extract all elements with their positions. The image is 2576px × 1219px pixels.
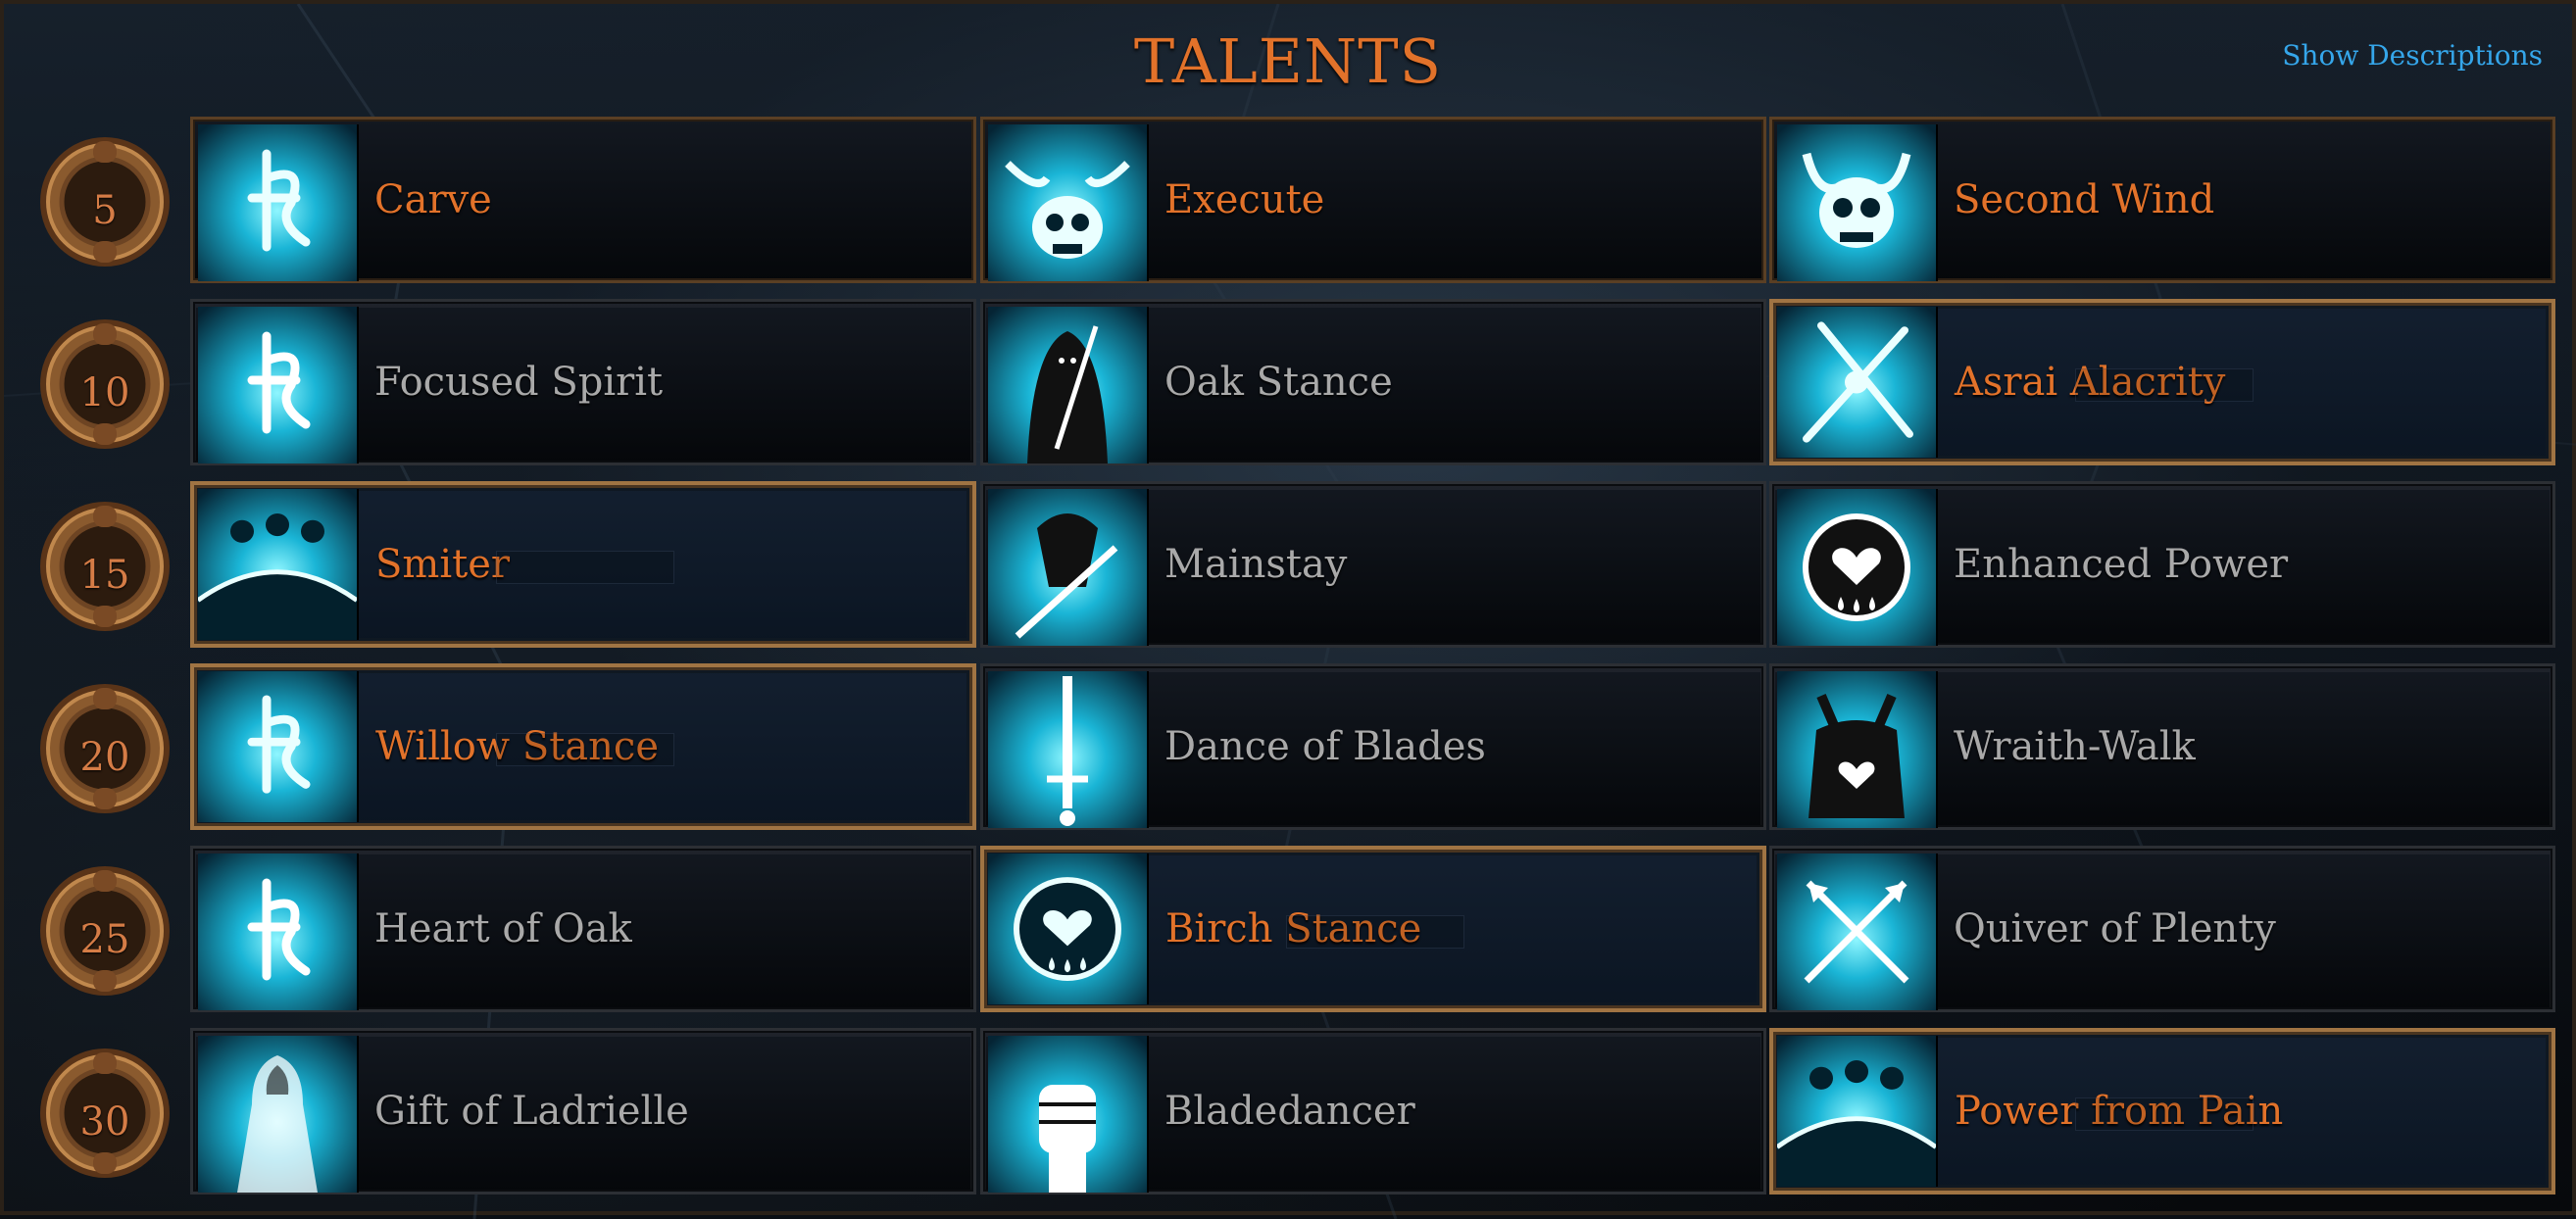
talent-name: Oak Stance <box>1164 360 1393 405</box>
talent-card[interactable]: Gift of Ladrielle <box>190 1028 976 1195</box>
talent-name: Enhanced Power <box>1954 542 2289 587</box>
talent-name: Focused Spirit <box>374 360 664 405</box>
talent-name: Bladedancer <box>1164 1089 1415 1134</box>
tier-badge: 5 <box>36 133 173 270</box>
talent-name: Gift of Ladrielle <box>374 1089 689 1134</box>
horizon-figures-icon <box>1777 1036 1938 1187</box>
talent-card[interactable]: Mainstay <box>980 481 1766 648</box>
sword-warrior-icon <box>988 489 1149 646</box>
rune-icon <box>198 307 359 463</box>
tier-level: 10 <box>79 370 130 415</box>
talent-name: Dance of Blades <box>1164 724 1486 769</box>
tier-level: 20 <box>79 735 130 780</box>
talent-card[interactable]: Focused Spirit <box>190 299 976 465</box>
talent-name: Heart of Oak <box>374 906 632 951</box>
tier-level: 5 <box>92 188 118 233</box>
talent-name: Second Wind <box>1954 177 2215 222</box>
tooltip-placeholder <box>2075 368 2254 402</box>
tier-badge: 30 <box>36 1045 173 1182</box>
tooltip-placeholder <box>496 733 674 766</box>
talent-name: Carve <box>374 177 492 222</box>
horned-wraith-icon <box>1777 671 1938 828</box>
tier-badge: 25 <box>36 862 173 1000</box>
talent-name: Execute <box>1164 177 1325 222</box>
talent-card[interactable]: Dance of Blades <box>980 663 1766 830</box>
talent-card[interactable]: Asrai Alacrity <box>1769 299 2555 465</box>
winged-skull-icon <box>988 124 1149 281</box>
talent-card[interactable]: Second Wind <box>1769 117 2555 283</box>
talent-card[interactable]: Heart of Oak <box>190 846 976 1012</box>
talent-card[interactable]: Power from Pain <box>1769 1028 2555 1195</box>
talent-card[interactable]: Bladedancer <box>980 1028 1766 1195</box>
show-descriptions-link[interactable]: Show Descriptions <box>2282 39 2543 72</box>
tier-level: 15 <box>79 553 130 598</box>
crossed-swords-icon <box>1777 307 1938 458</box>
horned-skull-icon <box>1777 124 1938 281</box>
ghost-figure-icon <box>198 1036 359 1193</box>
talent-card[interactable]: Birch Stance <box>980 846 1766 1012</box>
horizon-figures-icon <box>198 489 359 640</box>
tier-badge: 15 <box>36 498 173 635</box>
talent-card[interactable]: Wraith-Walk <box>1769 663 2555 830</box>
talent-card[interactable]: Execute <box>980 117 1766 283</box>
tier-badge: 10 <box>36 316 173 453</box>
rune-icon <box>198 853 359 1010</box>
fist-icon <box>988 1036 1149 1193</box>
crossed-arrows-icon <box>1777 853 1938 1010</box>
heart-orb-icon <box>1777 489 1938 646</box>
hooded-figure-icon <box>988 307 1149 463</box>
heart-orb-icon <box>988 853 1149 1004</box>
tooltip-placeholder <box>1286 915 1464 949</box>
page-title: TALENTS <box>1133 25 1443 97</box>
talent-card[interactable]: Willow Stance <box>190 663 976 830</box>
rune-icon <box>198 124 359 281</box>
tier-badge: 20 <box>36 680 173 817</box>
talent-card[interactable]: Quiver of Plenty <box>1769 846 2555 1012</box>
talent-name: Quiver of Plenty <box>1954 906 2276 951</box>
talent-name: Smiter <box>375 542 510 587</box>
tooltip-placeholder <box>496 551 674 584</box>
tooltip-placeholder <box>2075 1097 2254 1131</box>
talent-card[interactable]: Oak Stance <box>980 299 1766 465</box>
talent-card[interactable]: Carve <box>190 117 976 283</box>
talent-name: Mainstay <box>1164 542 1348 587</box>
talent-screen: TALENTS Show Descriptions 5 10 15 20 25 … <box>0 0 2576 1219</box>
talent-name: Wraith-Walk <box>1954 724 2196 769</box>
upright-sword-icon <box>988 671 1149 828</box>
tier-level: 25 <box>79 917 130 962</box>
rune-icon <box>198 671 359 822</box>
tier-level: 30 <box>79 1099 130 1145</box>
talent-card[interactable]: Enhanced Power <box>1769 481 2555 648</box>
talent-card[interactable]: Smiter <box>190 481 976 648</box>
